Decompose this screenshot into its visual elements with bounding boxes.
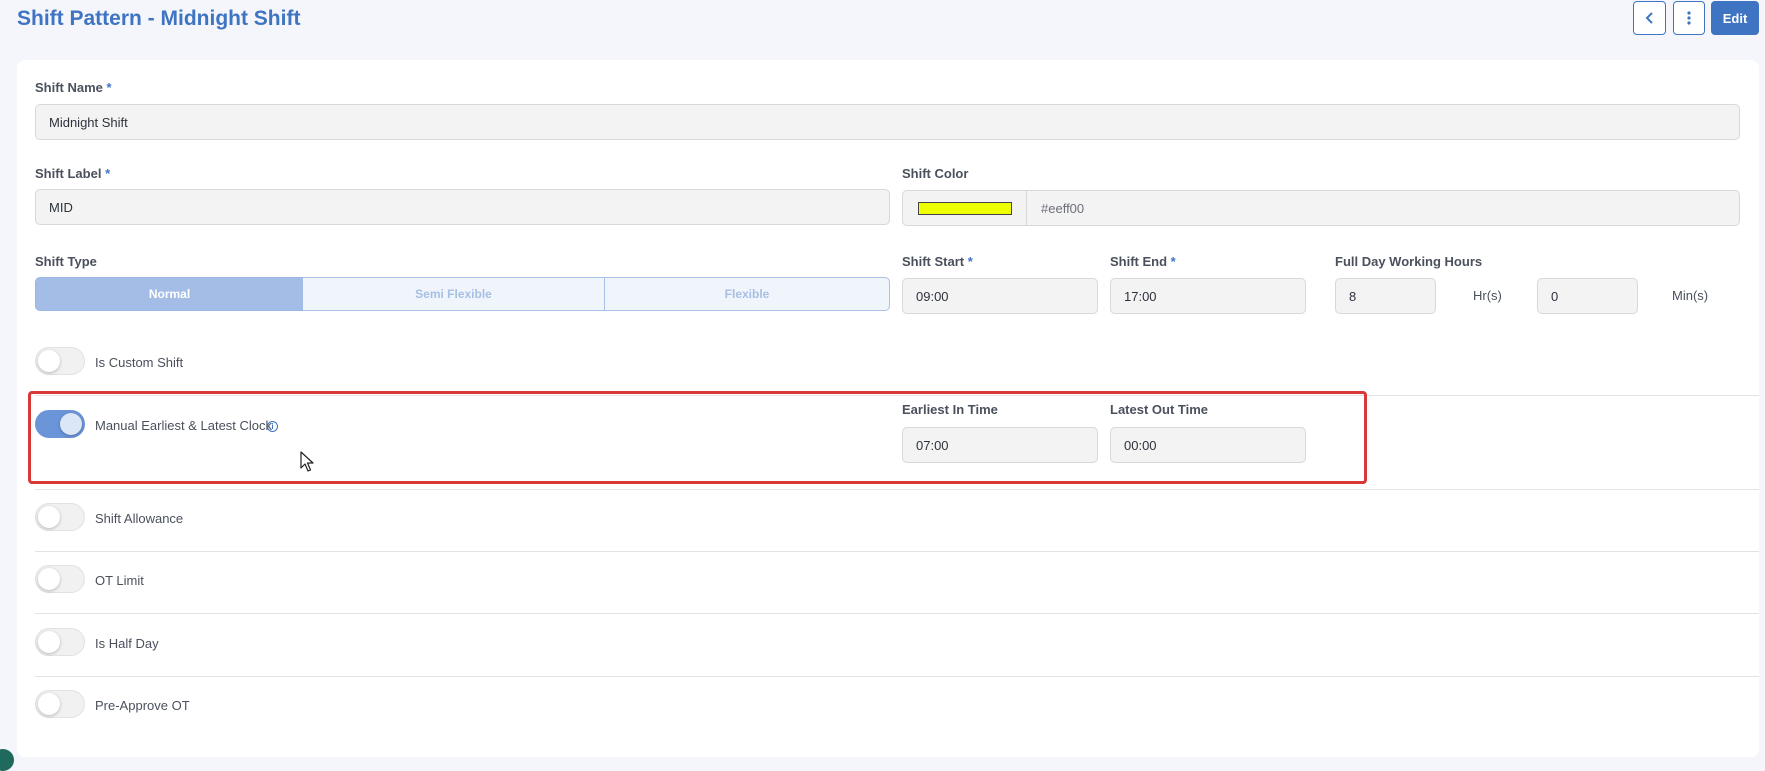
working-hours-field[interactable]: 8 <box>1335 278 1436 314</box>
shift-form-card: Shift Name * Midnight Shift Shift Label … <box>17 60 1759 757</box>
shift-type-normal[interactable]: Normal <box>35 277 304 311</box>
shift-name-field[interactable]: Midnight Shift <box>35 104 1740 140</box>
divider <box>35 676 1759 677</box>
edit-button[interactable]: Edit <box>1711 1 1759 35</box>
shift-label-field[interactable]: MID <box>35 189 890 225</box>
shift-allowance-toggle[interactable] <box>35 503 85 531</box>
required-mark: * <box>105 166 111 181</box>
hours-unit: Hr(s) <box>1473 288 1502 303</box>
shift-allowance-label: Shift Allowance <box>95 511 184 526</box>
is-half-day-toggle[interactable] <box>35 628 85 656</box>
shift-type-semi-flexible[interactable]: Semi Flexible <box>303 277 605 311</box>
shift-start-label-text: Shift Start <box>902 254 965 269</box>
minutes-unit: Min(s) <box>1672 288 1709 303</box>
shift-name-label-text: Shift Name <box>35 80 103 95</box>
divider <box>35 489 1759 490</box>
required-mark: * <box>1170 254 1176 269</box>
is-half-day-label: Is Half Day <box>95 636 159 651</box>
shift-end-label: Shift End * <box>1110 254 1176 269</box>
toggle-knob <box>38 350 60 372</box>
chevron-left-icon <box>1645 12 1653 24</box>
required-mark: * <box>967 254 973 269</box>
shift-label-label-text: Shift Label <box>35 166 102 181</box>
color-swatch-box[interactable] <box>903 191 1027 225</box>
mouse-cursor-icon <box>300 451 314 472</box>
divider <box>35 551 1759 552</box>
is-custom-shift-toggle[interactable] <box>35 347 85 375</box>
more-options-button[interactable] <box>1673 1 1705 35</box>
shift-start-label: Shift Start * <box>902 254 973 269</box>
required-mark: * <box>106 80 112 95</box>
page-title: Shift Pattern - Midnight Shift <box>17 7 301 30</box>
toggle-knob <box>38 568 60 590</box>
full-day-working-hours-label: Full Day Working Hours <box>1335 254 1483 269</box>
shift-end-label-text: Shift End <box>1110 254 1168 269</box>
shift-color-label: Shift Color <box>902 166 969 181</box>
highlight-box <box>28 391 1367 484</box>
pre-approve-ot-toggle[interactable] <box>35 690 85 718</box>
ot-limit-label: OT Limit <box>95 573 144 588</box>
shift-type-label: Shift Type <box>35 254 97 269</box>
toggle-knob <box>38 631 60 653</box>
kebab-menu-icon <box>1687 11 1691 25</box>
shift-label-label: Shift Label * <box>35 166 110 181</box>
pre-approve-ot-label: Pre-Approve OT <box>95 698 190 713</box>
is-custom-shift-label: Is Custom Shift <box>95 355 184 370</box>
shift-start-field[interactable]: 09:00 <box>902 278 1098 314</box>
toggle-knob <box>38 693 60 715</box>
shift-color-field[interactable]: #eeff00 <box>902 190 1740 226</box>
shift-end-field[interactable]: 17:00 <box>1110 278 1306 314</box>
divider <box>35 613 1759 614</box>
ot-limit-toggle[interactable] <box>35 565 85 593</box>
color-swatch <box>917 201 1012 215</box>
shift-name-label: Shift Name * <box>35 80 112 95</box>
shift-color-value: #eeff00 <box>1041 200 1085 216</box>
shift-type-flexible[interactable]: Flexible <box>604 277 890 311</box>
toggle-knob <box>38 506 60 528</box>
working-minutes-field[interactable]: 0 <box>1537 278 1638 314</box>
back-button[interactable] <box>1633 1 1666 35</box>
corner-avatar-dot <box>0 749 14 771</box>
